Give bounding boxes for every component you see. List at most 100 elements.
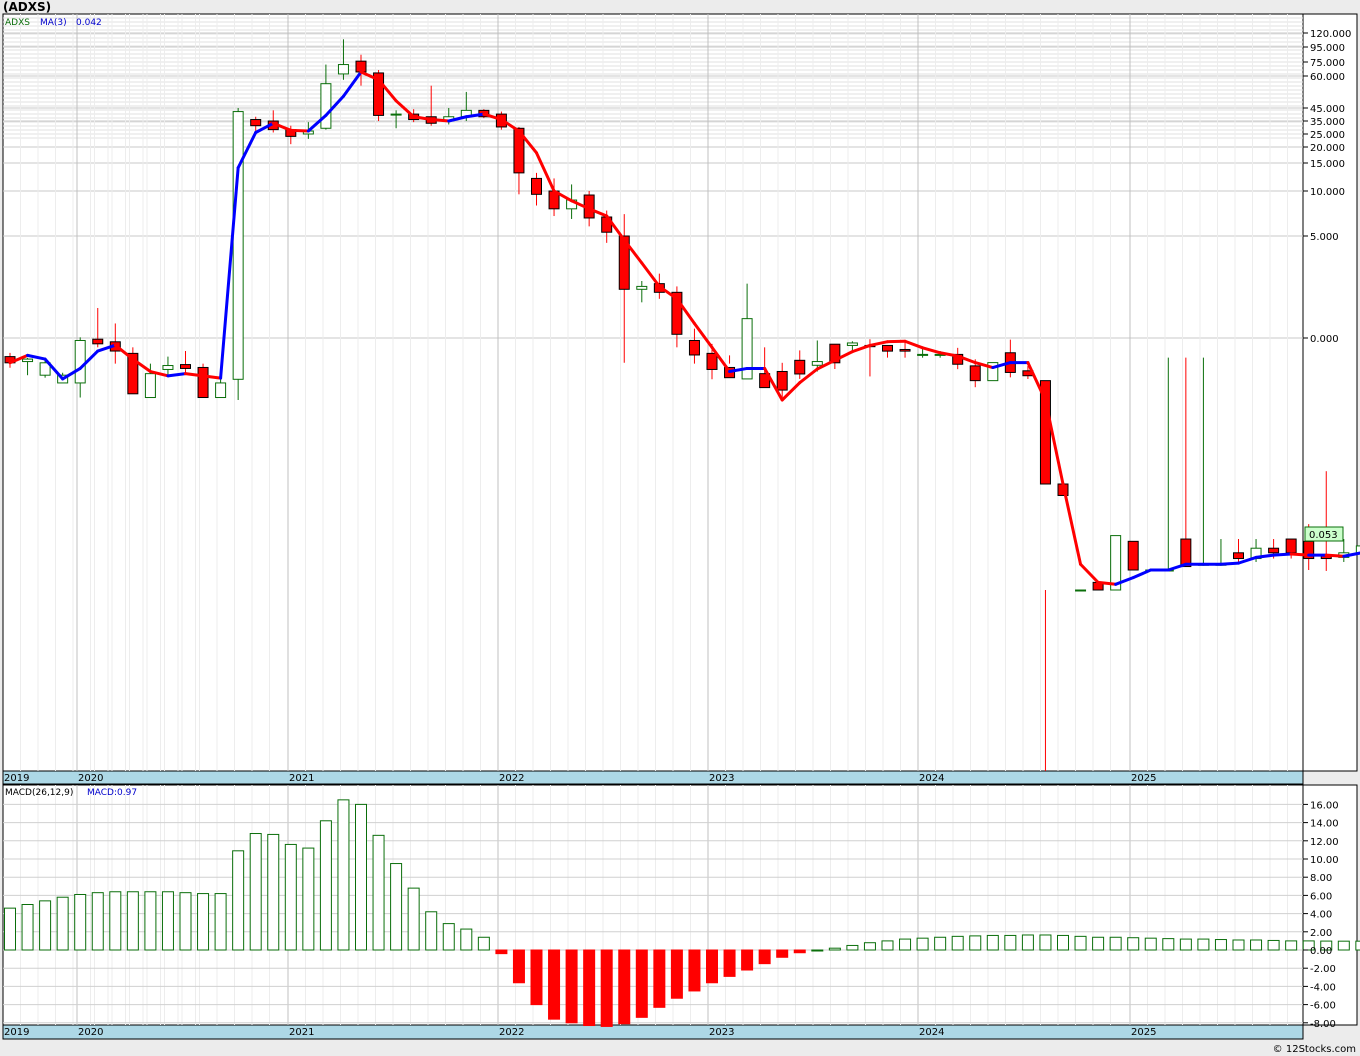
price-y-tick-label: 60.000: [1310, 72, 1345, 83]
macd-x-tick-label: 2020: [78, 1027, 103, 1038]
macd-y-tick-label: 2.00: [1310, 928, 1332, 939]
ma-segment: [429, 118, 451, 123]
price-y-tick-label: 10.000: [1310, 187, 1345, 198]
price-y-tick-label: 95.000: [1310, 43, 1345, 54]
candle-body: [1127, 540, 1139, 571]
macd-y-tick-label: -4.00: [1310, 982, 1336, 993]
candle-body: [1075, 589, 1087, 592]
macd-bar: [495, 949, 508, 955]
macd-bar: [1285, 940, 1298, 951]
macd-bar: [635, 949, 648, 1018]
candle-body: [250, 119, 262, 127]
macd-bar: [1127, 937, 1140, 951]
macd-y-tick-label: 12.00: [1310, 837, 1339, 848]
candle-body: [92, 338, 104, 345]
macd-bar: [653, 949, 666, 1008]
legend-ma: MA(3): [40, 18, 67, 28]
macd-bar: [916, 937, 929, 951]
macd-bar: [863, 942, 876, 951]
price-y-tick-label: 15.000: [1310, 159, 1345, 170]
macd-bar: [512, 949, 525, 984]
macd-bar: [4, 907, 16, 951]
macd-bar: [951, 935, 964, 951]
candle-body: [215, 382, 227, 399]
ma-segment: [1272, 552, 1293, 557]
price-y-tick-label: 5.000: [1310, 232, 1339, 243]
macd-bar: [425, 911, 438, 951]
macd-bar: [600, 949, 613, 1027]
macd-bar: [828, 947, 841, 951]
macd-y-tick-label: 6.00: [1310, 891, 1332, 902]
macd-bar: [706, 949, 718, 984]
candle-body: [22, 358, 34, 363]
macd-bar: [179, 892, 192, 951]
macd-bar: [126, 891, 139, 951]
macd-legend-value: MACD:0.97: [87, 788, 137, 798]
macd-bar: [109, 891, 122, 951]
macd-bar: [249, 833, 262, 951]
macd-y-tick-label: 16.00: [1310, 800, 1339, 811]
price-x-tick-label: 2019: [4, 773, 29, 784]
ma-segment: [1324, 553, 1346, 558]
macd-bar: [232, 850, 245, 951]
macd-bar: [1267, 939, 1280, 951]
macd-bar: [1092, 936, 1105, 951]
candle-body: [355, 60, 367, 73]
macd-bar: [1197, 938, 1210, 951]
macd-bar: [161, 891, 174, 951]
candle-body: [390, 113, 402, 116]
macd-y-tick-label: -8.00: [1310, 1019, 1336, 1030]
macd-x-tick-label: 2021: [289, 1027, 314, 1038]
macd-bar: [74, 893, 87, 951]
price-y-tick-label: 25.000: [1310, 130, 1345, 141]
price-x-tick-label: 2022: [499, 773, 524, 784]
macd-bar: [881, 940, 894, 951]
macd-bar: [899, 938, 912, 951]
macd-bar: [372, 834, 385, 951]
candle-body: [917, 353, 929, 356]
candle-body: [531, 177, 542, 195]
macd-x-tick-label: 2019: [4, 1027, 29, 1038]
candle-body: [1268, 547, 1280, 554]
price-x-tick-label: 2025: [1131, 773, 1156, 784]
macd-bar: [969, 935, 982, 951]
footer-credit: © 12Stocks.com: [1272, 1044, 1356, 1055]
macd-bar: [934, 936, 947, 951]
macd-y-tick-label: 14.00: [1310, 819, 1339, 830]
macd-bar: [793, 949, 806, 954]
macd-bar: [530, 949, 543, 1006]
macd-bar: [1144, 937, 1157, 951]
price-y-tick-label: 45.000: [1310, 104, 1345, 115]
candle-body: [1180, 538, 1192, 568]
macd-y-tick-label: 0.00: [1310, 946, 1332, 957]
macd-bar: [460, 928, 473, 951]
macd-bar: [1232, 939, 1245, 951]
candle-body: [811, 361, 823, 366]
macd-bar: [1074, 935, 1087, 951]
candle-body: [1233, 552, 1244, 560]
candle-body: [794, 359, 806, 375]
macd-x-tick-label: 2023: [709, 1027, 734, 1038]
price-x-tick-label: 2024: [919, 773, 944, 784]
macd-bar: [1057, 934, 1069, 951]
candle-body: [1285, 538, 1297, 554]
macd-bar: [1021, 934, 1034, 951]
candle-body: [144, 373, 156, 399]
macd-bar: [355, 803, 367, 951]
candle-body: [337, 64, 349, 75]
macd-bar: [548, 949, 561, 1020]
macd-bar: [267, 833, 280, 951]
price-y-tick-label: 0.000: [1310, 334, 1339, 345]
macd-bar: [284, 843, 297, 951]
macd-y-tick-label: 8.00: [1310, 873, 1332, 884]
price-x-tick-label: 2021: [289, 773, 314, 784]
macd-bar: [811, 949, 824, 952]
macd-bar: [1355, 940, 1360, 951]
price-y-tick-label: 120.000: [1310, 29, 1351, 40]
price-x-tick-label: 2023: [709, 773, 734, 784]
last-price-label: 0.053: [1309, 530, 1338, 541]
candle-body: [776, 370, 788, 391]
macd-bar: [407, 887, 420, 951]
macd-x-tick-label: 2024: [919, 1027, 944, 1038]
candle-body: [636, 285, 648, 290]
